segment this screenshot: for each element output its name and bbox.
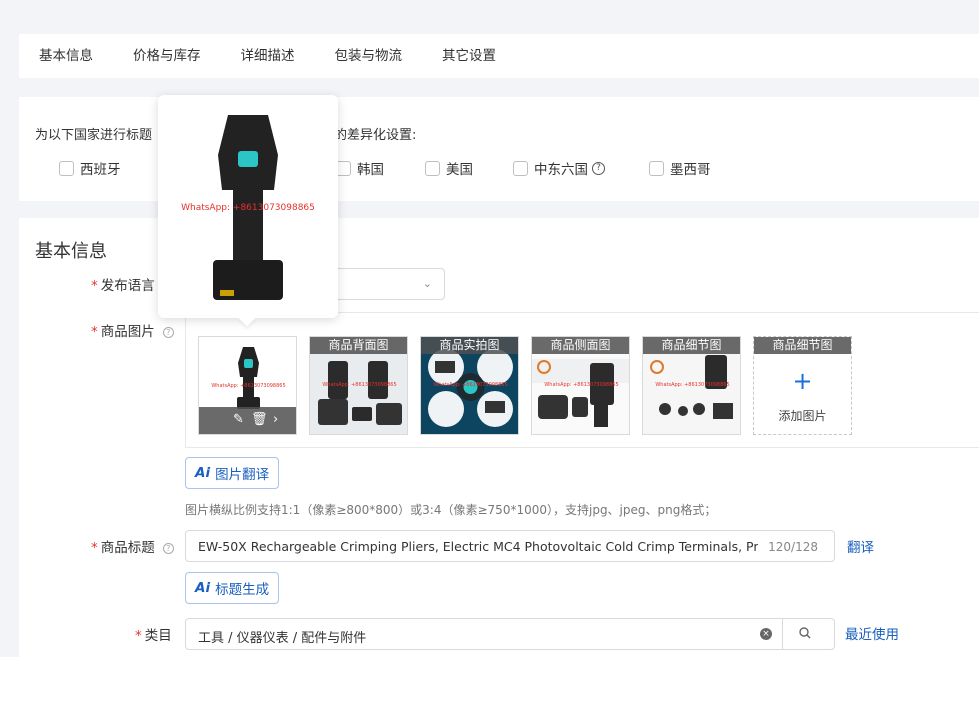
images-label: * 商品图片? bbox=[91, 320, 174, 340]
country-settings-title: 为以下国家进行标题 容的差异化设置: bbox=[35, 128, 417, 143]
char-counter: 120/128 bbox=[768, 540, 818, 554]
svg-text:WhatsApp: +8613073098865: WhatsApp: +8613073098865 bbox=[322, 382, 396, 388]
help-icon[interactable]: ? bbox=[162, 542, 174, 554]
delete-icon[interactable]: 🗑 bbox=[251, 412, 268, 427]
watermark-text: WhatsApp: +8613073098865 bbox=[181, 203, 315, 213]
country-checkbox-middle-east[interactable]: 中东六国 ? bbox=[513, 158, 605, 178]
image-preview-popover: WhatsApp: +8613073098865 bbox=[158, 95, 338, 327]
tab-basic-info[interactable]: 基本信息 bbox=[19, 34, 113, 78]
country-checkbox-korea[interactable]: 韩国 bbox=[336, 158, 384, 178]
required-marker: * bbox=[91, 324, 98, 340]
category-input[interactable]: 工具 / 仪器仪表 / 配件与附件 × bbox=[185, 618, 835, 650]
svg-text:WhatsApp: +8613073098865: WhatsApp: +8613073098865 bbox=[655, 382, 729, 388]
tab-description[interactable]: 详细描述 bbox=[221, 34, 315, 78]
image-translate-button[interactable]: Ai 图片翻译 bbox=[185, 457, 280, 489]
checkbox-box[interactable] bbox=[513, 160, 528, 176]
country-checkbox-spain[interactable]: 西班牙 bbox=[59, 158, 121, 178]
required-marker: * bbox=[135, 628, 142, 644]
chevron-down-icon: ⌄ bbox=[422, 277, 432, 290]
product-title-input[interactable]: EW-50X Rechargeable Crimping Pliers, Ele… bbox=[185, 530, 835, 562]
product-preview-image: WhatsApp: +8613073098865 bbox=[181, 115, 315, 300]
back-image-thumb[interactable]: WhatsApp: +8613073098865 商品背面图 bbox=[309, 336, 408, 435]
checkbox-box[interactable] bbox=[59, 160, 74, 176]
title-label: * 商品标题? bbox=[91, 536, 174, 556]
thumb-action-bar: ✎ 🗑 › bbox=[199, 407, 296, 434]
image-panel: WhatsApp: +8613073098865 ✎ 🗑 › WhatsApp:… bbox=[185, 312, 979, 448]
main-image-thumb[interactable]: WhatsApp: +8613073098865 ✎ 🗑 › bbox=[198, 336, 297, 435]
help-icon[interactable]: ? bbox=[162, 326, 174, 338]
language-label: * 发布语言 bbox=[91, 278, 155, 294]
edit-icon[interactable]: ✎ bbox=[233, 412, 244, 427]
plus-icon: + bbox=[792, 367, 813, 395]
svg-text:WhatsApp: +8613073098865: WhatsApp: +8613073098865 bbox=[433, 382, 507, 388]
detail-image-thumb[interactable]: WhatsApp: +8613073098865 商品细节图 bbox=[642, 336, 741, 435]
country-checkbox-mexico[interactable]: 墨西哥 bbox=[649, 158, 711, 178]
required-marker: * bbox=[91, 540, 98, 556]
ai-icon: Ai bbox=[195, 465, 211, 481]
country-checkbox-usa[interactable]: 美国 bbox=[425, 158, 473, 178]
add-image-button[interactable]: 商品细节图 + 添加图片 bbox=[753, 336, 852, 435]
category-label: * 类目 bbox=[135, 628, 172, 644]
real-image-thumb[interactable]: WhatsApp: +8613073098865 商品实拍图 bbox=[420, 336, 519, 435]
section-title: 基本信息 bbox=[35, 241, 107, 262]
clear-icon[interactable]: × bbox=[760, 628, 772, 640]
image-hint: 图片横纵比例支持1:1（像素≥800*800）或3:4（像素≥750*1000）… bbox=[185, 503, 717, 517]
tab-packaging[interactable]: 包装与物流 bbox=[315, 34, 423, 78]
recent-used-link[interactable]: 最近使用 bbox=[845, 623, 899, 643]
tab-price-stock[interactable]: 价格与库存 bbox=[113, 34, 221, 78]
tab-bar: 基本信息 价格与库存 详细描述 包装与物流 其它设置 bbox=[19, 34, 979, 78]
checkbox-box[interactable] bbox=[425, 160, 440, 176]
side-image-thumb[interactable]: WhatsApp: +8613073098865 商品侧面图 bbox=[531, 336, 630, 435]
chevron-right-icon[interactable]: › bbox=[273, 412, 278, 427]
title-generate-button[interactable]: Ai 标题生成 bbox=[185, 572, 280, 604]
required-marker: * bbox=[91, 278, 98, 294]
checkbox-box[interactable] bbox=[336, 160, 351, 176]
svg-text:WhatsApp: +8613073098865: WhatsApp: +8613073098865 bbox=[544, 382, 618, 388]
question-icon[interactable]: ? bbox=[592, 161, 605, 175]
divider bbox=[782, 619, 783, 649]
svg-text:WhatsApp: +8613073098865: WhatsApp: +8613073098865 bbox=[211, 383, 285, 389]
translate-link[interactable]: 翻译 bbox=[847, 536, 874, 556]
ai-icon: Ai bbox=[195, 580, 211, 596]
tab-other-settings[interactable]: 其它设置 bbox=[422, 34, 516, 78]
search-icon[interactable] bbox=[798, 626, 812, 640]
checkbox-box[interactable] bbox=[649, 160, 664, 176]
